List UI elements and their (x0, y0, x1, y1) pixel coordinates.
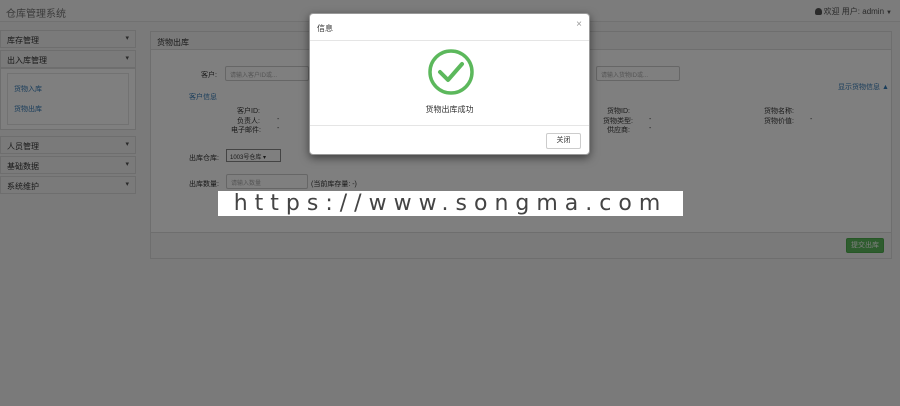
info-modal: 信息 × 货物出库成功 关闭 (309, 13, 590, 155)
modal-close-button[interactable]: 关闭 (546, 133, 581, 149)
close-icon[interactable]: × (576, 20, 582, 30)
watermark: https://www.songma.com (218, 191, 683, 216)
success-check-icon (428, 49, 474, 95)
modal-title: 信息 (317, 24, 333, 33)
modal-message: 货物出库成功 (425, 105, 474, 114)
